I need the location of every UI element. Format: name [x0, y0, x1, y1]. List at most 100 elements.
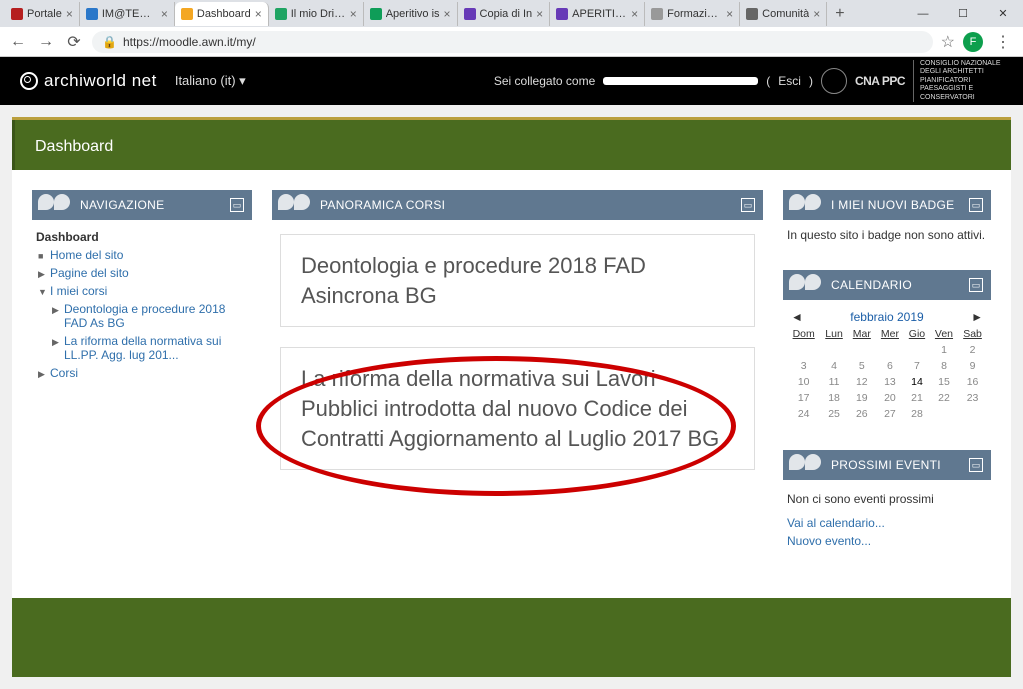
calendar-day[interactable]: 22 — [930, 390, 958, 406]
calendar-day[interactable]: 11 — [820, 374, 847, 390]
expand-icon[interactable]: ▶ — [38, 369, 45, 380]
nav-dashboard[interactable]: Dashboard — [36, 230, 99, 244]
close-window-button[interactable]: ✕ — [983, 0, 1023, 27]
calendar-day[interactable]: 4 — [820, 358, 847, 374]
tab-close-icon[interactable]: × — [161, 7, 168, 21]
chrome-menu-icon[interactable]: ⋮ — [991, 32, 1015, 52]
browser-tab[interactable]: Portale× — [5, 2, 80, 26]
bookmark-star-icon[interactable]: ☆ — [941, 32, 955, 52]
calendar-day[interactable]: 10 — [787, 374, 820, 390]
new-tab-button[interactable]: + — [827, 5, 852, 23]
tab-favicon-icon — [651, 8, 663, 20]
calendar-day[interactable]: 2 — [958, 342, 987, 358]
tab-favicon-icon — [746, 8, 758, 20]
goto-calendar-link[interactable]: Vai al calendario... — [787, 514, 987, 532]
back-button[interactable]: ← — [8, 32, 28, 52]
collapse-icon[interactable]: ▼ — [38, 287, 47, 297]
calendar-day[interactable]: 9 — [958, 358, 987, 374]
collapse-block-button[interactable]: ▭ — [741, 198, 755, 212]
calendar-day[interactable]: 18 — [820, 390, 847, 406]
nav-home[interactable]: Home del sito — [50, 248, 123, 262]
collapse-block-button[interactable]: ▭ — [969, 198, 983, 212]
expand-icon[interactable]: ▶ — [38, 269, 45, 280]
calendar-day[interactable]: 12 — [848, 374, 876, 390]
calendar-day[interactable]: 19 — [848, 390, 876, 406]
browser-tab[interactable]: Comunità× — [740, 2, 827, 26]
calendar-day[interactable]: 25 — [820, 406, 847, 422]
calendar-weekday[interactable]: Mar — [848, 326, 876, 342]
tab-close-icon[interactable]: × — [631, 7, 638, 21]
nav-course-2[interactable]: La riforma della normativa sui LL.PP. Ag… — [64, 334, 221, 362]
block-header-calendar: CALENDARIO ▭ — [783, 270, 991, 300]
maximize-button[interactable]: ☐ — [943, 0, 983, 27]
calendar-month[interactable]: febbraio 2019 — [850, 310, 923, 324]
calendar-day[interactable]: 17 — [787, 390, 820, 406]
calendar-day[interactable]: 15 — [930, 374, 958, 390]
calendar-weekday[interactable]: Gio — [904, 326, 930, 342]
block-header-badges: I MIEI NUOVI BADGE ▭ — [783, 190, 991, 220]
minimize-button[interactable]: — — [903, 0, 943, 27]
browser-tab[interactable]: Il mio Drive× — [269, 2, 364, 26]
block-course-overview: PANORAMICA CORSI ▭ Deontologia e procedu… — [272, 190, 763, 470]
calendar-day[interactable]: 6 — [876, 358, 904, 374]
language-selector[interactable]: Italiano (it) ▾ — [175, 73, 246, 89]
new-event-link[interactable]: Nuovo evento... — [787, 532, 987, 550]
calendar-day[interactable]: 20 — [876, 390, 904, 406]
calendar-weekday[interactable]: Sab — [958, 326, 987, 342]
course-card[interactable]: La riforma della normativa sui Lavori Pu… — [280, 347, 755, 470]
calendar-day[interactable]: 23 — [958, 390, 987, 406]
expand-icon[interactable]: ▶ — [52, 305, 59, 316]
calendar-day[interactable]: 16 — [958, 374, 987, 390]
browser-tab[interactable]: Aperitivo is× — [364, 2, 458, 26]
calendar-weekday[interactable]: Mer — [876, 326, 904, 342]
collapse-block-button[interactable]: ▭ — [230, 198, 244, 212]
course-title: La riforma della normativa sui Lavori Pu… — [301, 364, 734, 453]
tab-close-icon[interactable]: × — [536, 7, 543, 21]
collapse-block-button[interactable]: ▭ — [969, 458, 983, 472]
tab-close-icon[interactable]: × — [444, 7, 451, 21]
collapse-block-button[interactable]: ▭ — [969, 278, 983, 292]
nav-course-1[interactable]: Deontologia e procedure 2018 FAD As BG — [64, 302, 225, 330]
course-card[interactable]: Deontologia e procedure 2018 FAD Asincro… — [280, 234, 755, 327]
profile-avatar[interactable]: F — [963, 32, 983, 52]
calendar-next-button[interactable]: ► — [971, 310, 983, 324]
browser-tab[interactable]: IM@TERIA× — [80, 2, 175, 26]
calendar-prev-button[interactable]: ◄ — [791, 310, 803, 324]
calendar-day[interactable]: 21 — [904, 390, 930, 406]
nav-courses[interactable]: Corsi — [50, 366, 78, 380]
calendar-day[interactable]: 1 — [930, 342, 958, 358]
nav-my-courses[interactable]: I miei corsi — [50, 284, 107, 298]
org-badge: CNA PPC CONSIGLIO NAZIONALE DEGLI ARCHIT… — [821, 60, 1003, 102]
url-input[interactable]: 🔒 https://moodle.awn.it/my/ — [92, 31, 933, 53]
expand-icon[interactable]: ▶ — [52, 337, 59, 348]
tab-close-icon[interactable]: × — [255, 7, 262, 21]
calendar-day[interactable]: 5 — [848, 358, 876, 374]
nav-site-pages[interactable]: Pagine del sito — [50, 266, 129, 280]
tab-close-icon[interactable]: × — [813, 7, 820, 21]
browser-tab[interactable]: Copia di In× — [458, 2, 551, 26]
calendar-day[interactable]: 3 — [787, 358, 820, 374]
logout-link[interactable]: Esci — [778, 74, 801, 88]
browser-tab[interactable]: Formazione× — [645, 2, 740, 26]
calendar-weekday[interactable]: Ven — [930, 326, 958, 342]
calendar-weekday[interactable]: Lun — [820, 326, 847, 342]
calendar-day[interactable]: 24 — [787, 406, 820, 422]
calendar-day[interactable]: 14 — [904, 374, 930, 390]
tab-close-icon[interactable]: × — [726, 7, 733, 21]
calendar-day[interactable]: 8 — [930, 358, 958, 374]
tab-close-icon[interactable]: × — [350, 7, 357, 21]
tab-favicon-icon — [275, 8, 287, 20]
calendar-day[interactable]: 27 — [876, 406, 904, 422]
forward-button[interactable]: → — [36, 32, 56, 52]
brand[interactable]: archiworld net — [20, 71, 157, 91]
calendar-day[interactable]: 28 — [904, 406, 930, 422]
browser-tab[interactable]: Dashboard× — [175, 2, 269, 26]
reload-button[interactable]: ⟳ — [64, 32, 84, 52]
tab-close-icon[interactable]: × — [66, 7, 73, 21]
calendar-day[interactable]: 26 — [848, 406, 876, 422]
calendar-weekday[interactable]: Dom — [787, 326, 820, 342]
browser-tab[interactable]: APERITIVO× — [550, 2, 645, 26]
calendar-day[interactable]: 7 — [904, 358, 930, 374]
block-body: Deontologia e procedure 2018 FAD Asincro… — [272, 220, 763, 470]
calendar-day[interactable]: 13 — [876, 374, 904, 390]
